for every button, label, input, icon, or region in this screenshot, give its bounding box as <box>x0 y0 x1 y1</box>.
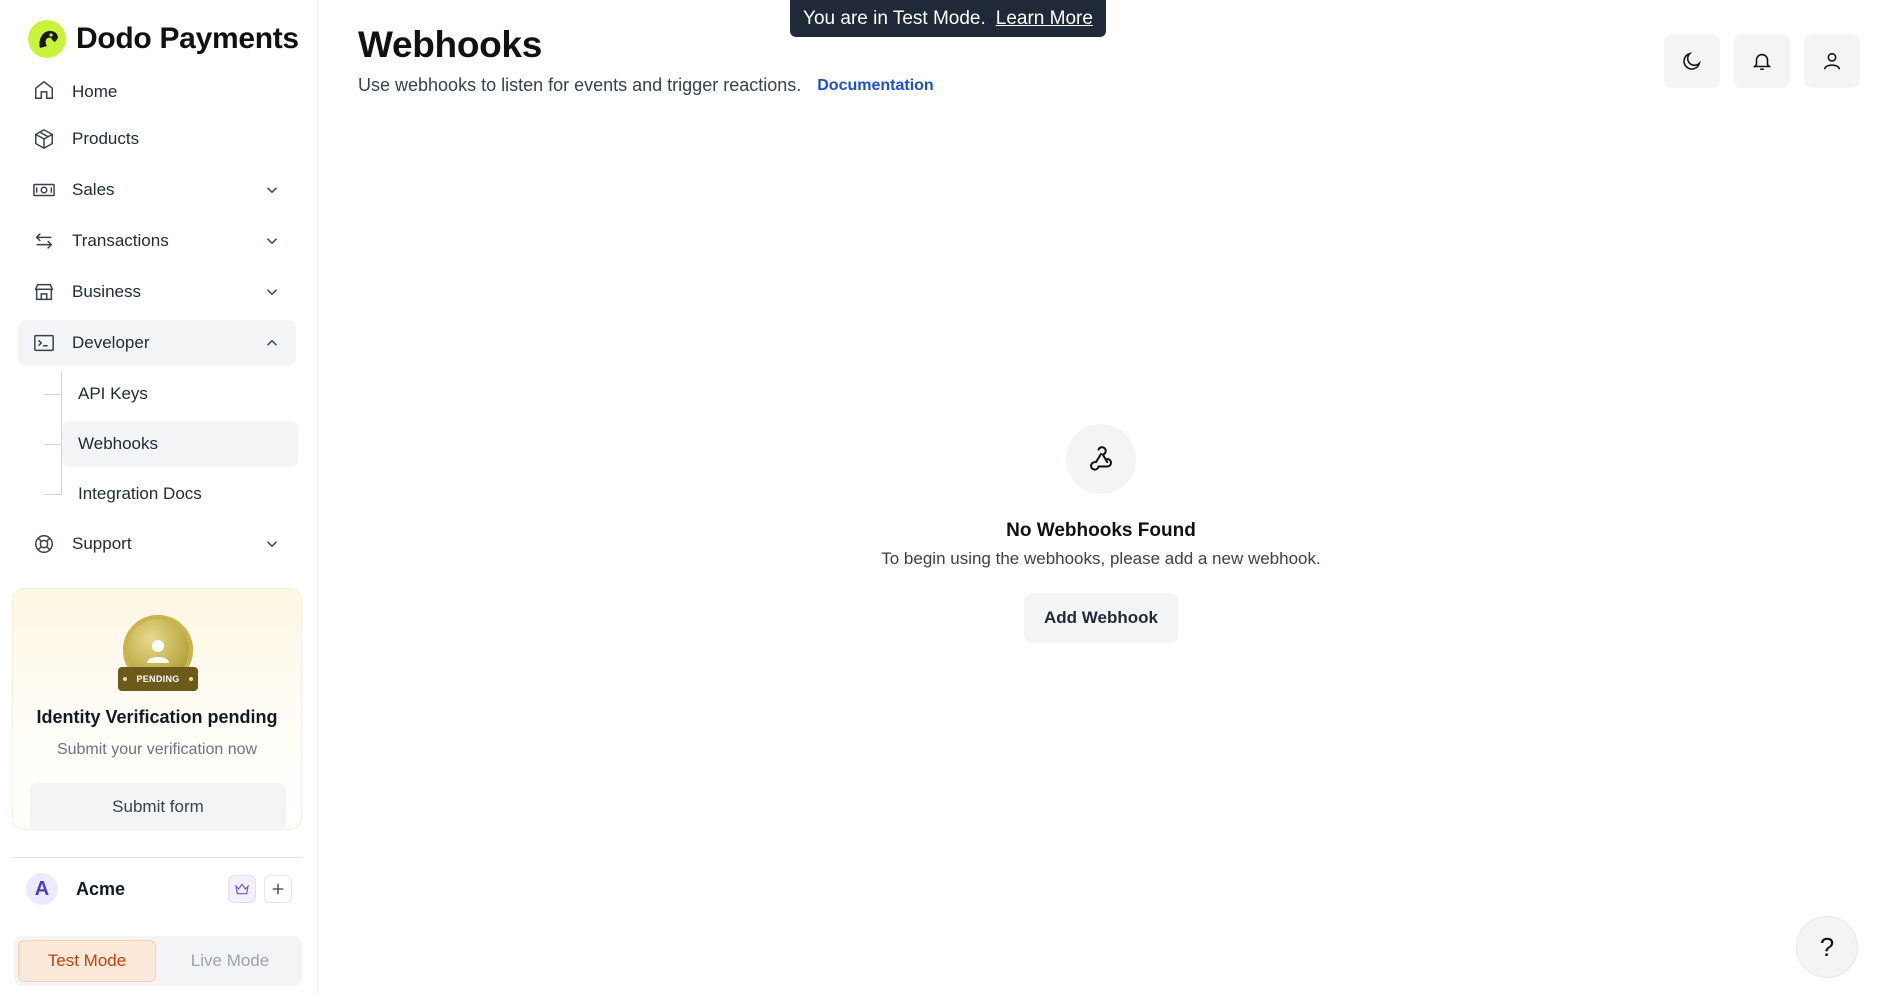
sidebar-item-label: Products <box>72 129 140 148</box>
person-icon <box>147 640 169 663</box>
mode-toggle: Test Mode Live Mode <box>14 936 302 986</box>
org-avatar: A <box>26 873 58 905</box>
help-button[interactable]: ? <box>1796 916 1858 978</box>
documentation-link[interactable]: Documentation <box>817 77 933 95</box>
plus-icon[interactable] <box>264 875 292 903</box>
chevron-down-icon[interactable] <box>262 231 282 251</box>
profile-button[interactable] <box>1804 34 1860 88</box>
test-mode-button[interactable]: Test Mode <box>18 940 156 982</box>
chevron-down-icon[interactable] <box>262 534 282 554</box>
sidebar-subitem-integration-docs[interactable]: Integration Docs <box>44 471 298 517</box>
box-icon <box>32 127 56 151</box>
sidebar-item-label: Sales <box>72 180 115 199</box>
main-nav: Home Products Sales Transactions Busines… <box>18 74 298 572</box>
arrows-icon <box>32 229 56 253</box>
sidebar-item-business[interactable]: Business <box>18 269 296 315</box>
sidebar-item-developer[interactable]: Developer <box>18 320 296 366</box>
terminal-icon <box>32 331 56 355</box>
sidebar-subitem-webhooks[interactable]: Webhooks <box>44 421 298 467</box>
sidebar-item-label: Business <box>72 282 141 301</box>
organization-switcher[interactable]: A Acme <box>26 872 292 906</box>
verification-title: Identity Verification pending <box>36 707 278 727</box>
webhook-icon <box>1066 424 1136 494</box>
user-icon <box>1823 52 1841 70</box>
crown-icon[interactable] <box>228 875 256 903</box>
live-mode-button[interactable]: Live Mode <box>162 940 298 982</box>
pending-badge-icon: PENDING <box>118 615 198 695</box>
chevron-down-icon[interactable] <box>262 282 282 302</box>
empty-title: No Webhooks Found <box>1006 520 1196 541</box>
home-icon <box>32 78 56 102</box>
sidebar-item-label: Transactions <box>72 231 169 250</box>
dodo-logo-icon <box>28 20 66 58</box>
org-name: Acme <box>76 878 126 899</box>
page-subtitle-row: Use webhooks to listen for events and tr… <box>358 75 934 96</box>
theme-toggle-button[interactable] <box>1664 34 1720 88</box>
submit-form-button[interactable]: Submit form <box>30 783 286 831</box>
chevron-down-icon[interactable] <box>262 180 282 200</box>
chevron-up-icon[interactable] <box>262 333 282 353</box>
moon-icon <box>1683 52 1701 70</box>
sidebar-item-transactions[interactable]: Transactions <box>18 218 296 264</box>
sidebar-item-sales[interactable]: Sales <box>18 167 296 213</box>
sidebar-item-label: Developer <box>72 333 150 352</box>
sidebar-item-home[interactable]: Home <box>18 74 296 102</box>
sidebar-item-label: Support <box>72 534 132 553</box>
cash-icon <box>32 178 56 202</box>
lifebuoy-icon <box>32 532 56 556</box>
header-actions <box>1664 34 1860 88</box>
divider <box>12 857 302 858</box>
sidebar: Dodo Payments Home Products Sales Transa… <box>0 0 318 994</box>
bell-icon <box>1752 53 1772 71</box>
learn-more-link[interactable]: Learn More <box>996 8 1093 30</box>
brand-name: Dodo Payments <box>76 22 299 55</box>
sidebar-item-label: Home <box>72 82 118 101</box>
sidebar-item-products[interactable]: Products <box>18 116 296 162</box>
empty-state: No Webhooks Found To begin using the web… <box>318 424 1884 643</box>
test-mode-banner: You are in Test Mode. Learn More <box>790 0 1106 37</box>
verification-subtitle: Submit your verification now <box>56 741 258 758</box>
empty-subtitle: To begin using the webhooks, please add … <box>881 549 1321 568</box>
sidebar-item-support[interactable]: Support <box>18 521 296 567</box>
brand[interactable]: Dodo Payments <box>28 20 299 58</box>
sidebar-subitem-api-keys[interactable]: API Keys <box>44 371 298 417</box>
page-title: Webhooks <box>358 24 542 65</box>
add-webhook-button[interactable]: Add Webhook <box>1024 593 1178 643</box>
identity-verification-card: PENDING Identity Verification pending Su… <box>12 588 302 831</box>
developer-subnav: API Keys Webhooks Integration Docs <box>44 371 298 517</box>
page-subtitle: Use webhooks to listen for events and tr… <box>358 75 802 95</box>
store-icon <box>32 280 56 304</box>
banner-text: You are in Test Mode. <box>803 7 986 29</box>
notifications-button[interactable] <box>1734 34 1790 88</box>
pending-ribbon: PENDING <box>118 667 198 691</box>
